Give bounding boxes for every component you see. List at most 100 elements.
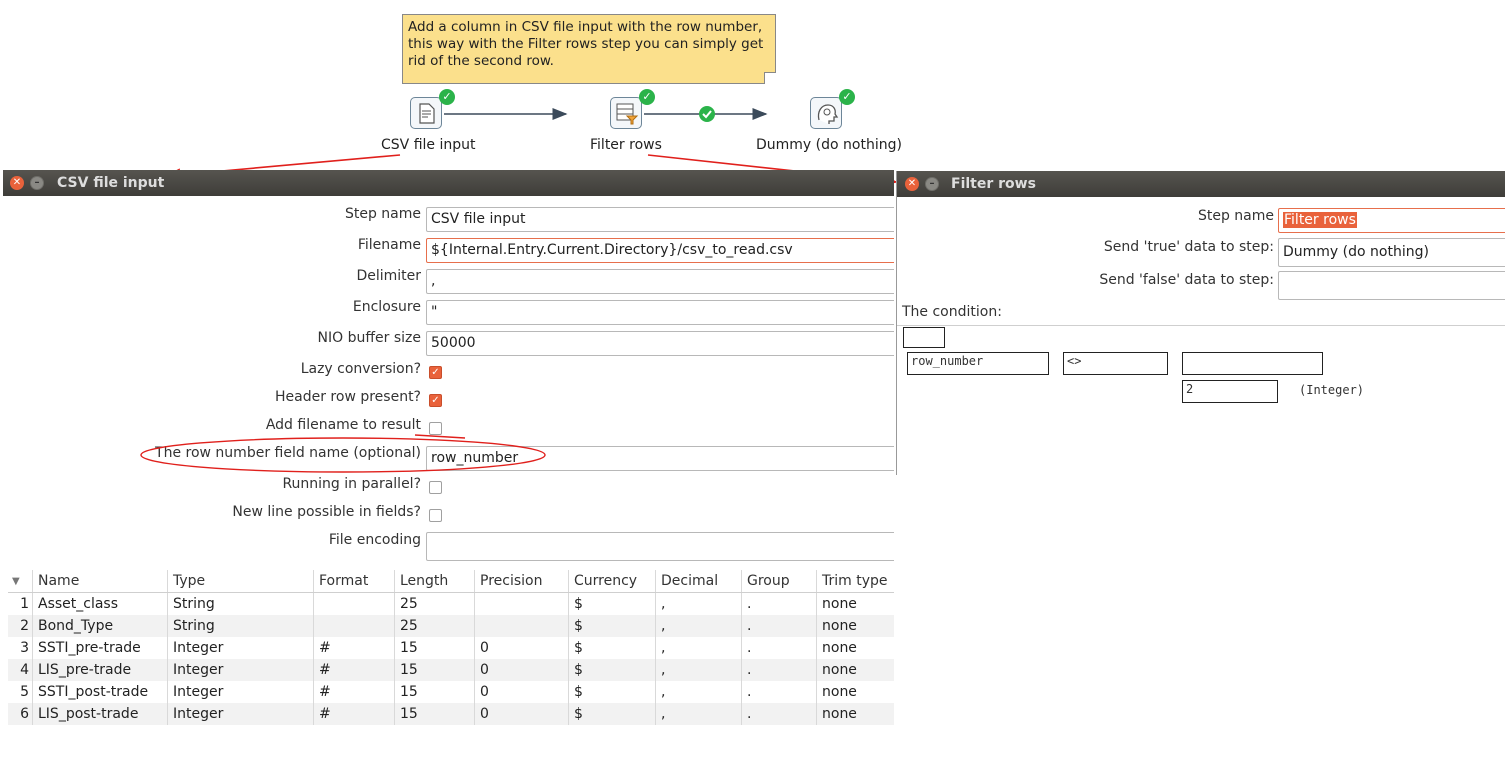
table-cell[interactable]	[474, 592, 569, 615]
table-cell[interactable]: ,	[655, 615, 742, 637]
table-cell[interactable]: ,	[655, 592, 742, 615]
csv-file-icon[interactable]	[410, 97, 442, 129]
table-row[interactable]: 2 Bond_Type String 25 $,. none	[8, 615, 894, 637]
table-cell[interactable]: 0	[474, 681, 569, 703]
column-header[interactable]: Length	[394, 570, 475, 593]
table-cell[interactable]: $	[568, 659, 656, 681]
table-cell[interactable]	[313, 592, 395, 615]
column-header[interactable]: Type	[167, 570, 314, 593]
table-cell[interactable]: 15	[394, 637, 475, 659]
table-cell[interactable]: LIS_pre-trade	[32, 659, 168, 681]
table-cell[interactable]: $	[568, 703, 656, 725]
table-cell[interactable]: SSTI_pre-trade	[32, 637, 168, 659]
filter-step-name-label: Step name	[1197, 208, 1274, 224]
column-header[interactable]: Name	[32, 570, 168, 593]
table-cell[interactable]: Bond_Type	[32, 615, 168, 637]
step-label-csv[interactable]: CSV file input	[381, 137, 475, 153]
table-cell[interactable]: Integer	[167, 659, 314, 681]
table-cell[interactable]: ,	[655, 637, 742, 659]
condition-operator[interactable]: <>	[1063, 352, 1168, 375]
ok-badge-icon: ✓	[839, 89, 855, 105]
table-cell[interactable]: none	[817, 681, 895, 703]
table-cell[interactable]: .	[741, 615, 817, 637]
hop-ok-badge	[699, 106, 715, 122]
minimize-icon[interactable]: –	[925, 177, 939, 191]
table-cell[interactable]: .	[741, 659, 817, 681]
table-cell[interactable]: #	[313, 637, 395, 659]
table-cell[interactable]: #	[313, 681, 395, 703]
step-label-filter[interactable]: Filter rows	[590, 137, 662, 153]
column-header[interactable]: Currency	[568, 570, 656, 593]
table-cell[interactable]: #	[313, 659, 395, 681]
condition-value[interactable]: 2	[1182, 380, 1278, 403]
table-cell[interactable]: 0	[474, 659, 569, 681]
step-label-dummy[interactable]: Dummy (do nothing)	[756, 137, 902, 153]
column-header[interactable]: Precision	[474, 570, 569, 593]
table-cell[interactable]: .	[741, 703, 817, 725]
table-cell[interactable]: #	[313, 703, 395, 725]
table-cell[interactable]: $	[568, 592, 656, 615]
table-cell[interactable]: $	[568, 681, 656, 703]
table-cell[interactable]: Integer	[167, 681, 314, 703]
row-index-cell: 4	[8, 659, 33, 681]
condition-divider	[897, 325, 1505, 326]
condition-negate-box[interactable]	[903, 327, 945, 348]
table-cell[interactable]: 0	[474, 637, 569, 659]
row-index-cell: 3	[8, 637, 33, 659]
table-cell[interactable]: .	[741, 637, 817, 659]
table-cell[interactable]: none	[817, 637, 895, 659]
column-header[interactable]: Trim type	[816, 570, 894, 593]
table-cell[interactable]: 0	[474, 703, 569, 725]
table-cell[interactable]: SSTI_post-trade	[32, 681, 168, 703]
table-row[interactable]: 5 SSTI_post-trade Integer #15 0 $,. none	[8, 681, 894, 703]
table-cell[interactable]: ,	[655, 659, 742, 681]
row-index-cell: 1	[8, 592, 33, 615]
filter-step-name-selected-text: Filter rows	[1283, 212, 1357, 228]
table-cell[interactable]: 15	[394, 703, 475, 725]
table-cell[interactable]: none	[816, 703, 894, 725]
send-false-combo[interactable]	[1278, 271, 1505, 300]
table-cell[interactable]: .	[741, 681, 817, 703]
table-cell[interactable]	[313, 615, 395, 637]
table-row[interactable]: 4 LIS_pre-trade Integer #15 0 $,. none	[8, 659, 894, 681]
filter-rows-dialog: ✕ – Filter rows Step name Filter rows Se…	[896, 171, 1505, 475]
table-cell[interactable]: String	[167, 615, 314, 637]
close-icon[interactable]: ✕	[905, 177, 919, 191]
table-cell[interactable]: ,	[655, 681, 742, 703]
table-cell[interactable]: 25	[394, 615, 475, 637]
table-cell[interactable]: ,	[655, 703, 742, 725]
row-index-cell: 5	[8, 681, 33, 703]
column-header[interactable]: Decimal	[655, 570, 742, 593]
table-cell[interactable]: 15	[394, 659, 475, 681]
table-row[interactable]: 1 Asset_class String 25 $,. none	[8, 592, 895, 616]
table-cell[interactable]: 25	[394, 592, 475, 615]
table-cell[interactable]: String	[167, 592, 314, 615]
table-cell[interactable]: $	[568, 615, 656, 637]
table-cell[interactable]: LIS_post-trade	[32, 703, 168, 725]
table-cell[interactable]: none	[816, 659, 894, 681]
filter-rows-icon[interactable]	[610, 97, 642, 129]
table-cell[interactable]: $	[568, 637, 656, 659]
table-row[interactable]: 6 LIS_post-trade Integer #15 0 $,. none	[8, 703, 894, 725]
table-row[interactable]: 3 SSTI_pre-trade Integer #15 0 $,. none	[8, 637, 894, 659]
condition-field[interactable]: row_number	[907, 352, 1049, 375]
table-cell[interactable]: .	[741, 592, 817, 615]
table-cell[interactable]: Integer	[167, 703, 314, 725]
table-cell[interactable]	[474, 615, 569, 637]
table-cell[interactable]: Integer	[167, 637, 314, 659]
column-header[interactable]: Group	[741, 570, 817, 593]
send-true-combo[interactable]: Dummy (do nothing)	[1278, 238, 1505, 267]
send-false-label: Send 'false' data to step:	[1099, 272, 1274, 288]
table-cell[interactable]: none	[817, 593, 895, 616]
column-header[interactable]: Format	[313, 570, 395, 593]
filter-step-name-input[interactable]: Filter rows	[1278, 208, 1505, 233]
sort-indicator-icon[interactable]: ▼	[8, 570, 33, 593]
table-cell[interactable]: none	[816, 615, 894, 637]
ok-badge-icon: ✓	[439, 89, 455, 105]
dummy-icon[interactable]	[810, 97, 842, 129]
table-cell[interactable]: Asset_class	[32, 592, 168, 615]
table-cell[interactable]: 15	[394, 681, 475, 703]
condition-compare-field[interactable]	[1182, 352, 1323, 375]
filter-dialog-titlebar: ✕ – Filter rows	[897, 171, 1505, 197]
row-index-cell: 6	[8, 703, 33, 725]
